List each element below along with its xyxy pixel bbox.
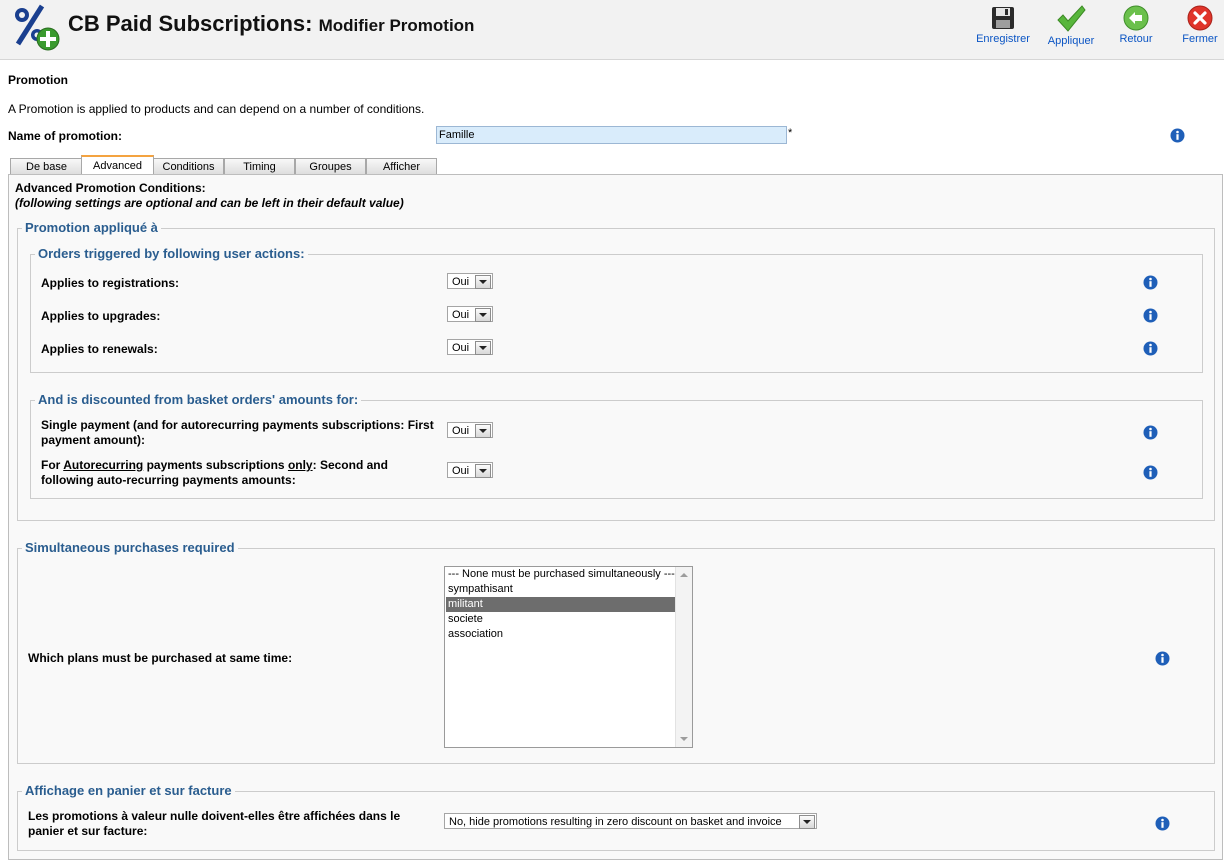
back-label: Retour [1119,33,1153,45]
tab-timing[interactable]: Timing [224,158,295,175]
renewals-label: Applies to renewals: [41,342,158,356]
chevron-down-icon [475,464,491,478]
intro-text: A Promotion is applied to products and c… [8,102,425,116]
close-icon [1187,5,1213,31]
save-button[interactable]: Enregistrer [972,0,1034,52]
registrations-select[interactable]: Oui [447,273,493,289]
list-item[interactable]: --- None must be purchased simultaneousl… [446,567,675,582]
advanced-title: Advanced Promotion Conditions: [15,181,206,195]
upgrades-select[interactable]: Oui [447,306,493,322]
registrations-label: Applies to registrations: [41,276,180,290]
recurring-mid: payments subscriptions [143,458,288,472]
recurring-payment-label: For Autorecurring payments subscriptions… [41,458,441,488]
zero-promo-select[interactable]: No, hide promotions resulting in zero di… [444,813,817,829]
plans-label: Which plans must be purchased at same ti… [28,651,293,665]
scroll-down-icon[interactable] [680,737,688,741]
chevron-down-icon [475,424,491,438]
close-label: Fermer [1182,33,1218,45]
registrations-value: Oui [452,276,470,288]
back-button[interactable]: Retour [1110,0,1162,52]
app-title: CB Paid Subscriptions: [68,11,313,36]
tab-conditions[interactable]: Conditions [153,158,224,175]
info-icon[interactable] [1170,128,1185,143]
zero-promo-label: Les promotions à valeur nulle doivent-el… [28,809,401,838]
close-button[interactable]: Fermer [1172,0,1224,52]
page-subtitle: Modifier Promotion [318,16,475,35]
page-title: CB Paid Subscriptions: Modifier Promotio… [68,11,474,37]
recurring-word: Autorecurring [63,458,144,472]
promotion-name-input[interactable] [436,126,787,144]
recurring-payment-select[interactable]: Oui [447,462,493,478]
list-item[interactable]: societe [446,612,675,627]
checkmark-icon [1057,5,1086,32]
back-arrow-icon [1123,5,1149,31]
renewals-select[interactable]: Oui [447,339,493,355]
scrollbar[interactable] [675,567,692,747]
promotion-percent-logo [15,4,60,51]
info-icon[interactable] [1155,651,1170,666]
info-icon[interactable] [1143,275,1158,290]
recurring-prefix: For [41,458,64,472]
simultaneous-legend: Simultaneous purchases required [22,540,238,555]
zero-promo-value: No, hide promotions resulting in zero di… [449,816,782,828]
info-icon[interactable] [1155,816,1170,831]
list-item-selected[interactable]: militant [446,597,675,612]
list-item[interactable]: sympathisant [446,582,675,597]
floppy-disk-icon [992,7,1014,29]
single-payment-select[interactable]: Oui [447,422,493,438]
upgrades-label: Applies to upgrades: [41,309,161,323]
chevron-down-icon [475,275,491,289]
orders-legend: Orders triggered by following user actio… [35,246,308,261]
single-payment-value: Oui [452,425,470,437]
info-icon[interactable] [1143,341,1158,356]
info-icon[interactable] [1143,425,1158,440]
chevron-down-icon [475,341,491,355]
save-label: Enregistrer [976,33,1030,45]
applied-legend: Promotion appliqué à [22,220,161,235]
discount-legend: And is discounted from basket orders' am… [35,392,362,407]
upgrades-value: Oui [452,309,470,321]
renewals-value: Oui [452,342,470,354]
tab-groupes[interactable]: Groupes [295,158,366,175]
toolbar-header: CB Paid Subscriptions: Modifier Promotio… [0,0,1224,60]
apply-label: Appliquer [1047,35,1095,47]
advanced-note: (following settings are optional and can… [15,196,404,210]
recurring-payment-value: Oui [452,465,470,477]
plans-listbox[interactable]: --- None must be purchased simultaneousl… [444,566,693,748]
scroll-up-icon[interactable] [680,573,688,577]
promotion-name-label: Name of promotion: [8,129,122,143]
tab-de-base[interactable]: De base [10,158,83,175]
apply-button[interactable]: Appliquer [1042,0,1100,52]
chevron-down-icon [475,308,491,322]
section-label: Promotion [8,73,68,87]
tab-afficher[interactable]: Afficher [366,158,437,175]
recurring-only: only [287,458,313,472]
list-item[interactable]: association [446,627,675,642]
info-icon[interactable] [1143,465,1158,480]
chevron-down-icon [799,815,815,829]
info-icon[interactable] [1143,308,1158,323]
display-legend: Affichage en panier et sur facture [22,783,235,798]
required-marker: * [788,127,793,139]
single-payment-label: Single payment (and for autorecurring pa… [41,418,434,447]
orders-fieldset [30,254,1203,373]
